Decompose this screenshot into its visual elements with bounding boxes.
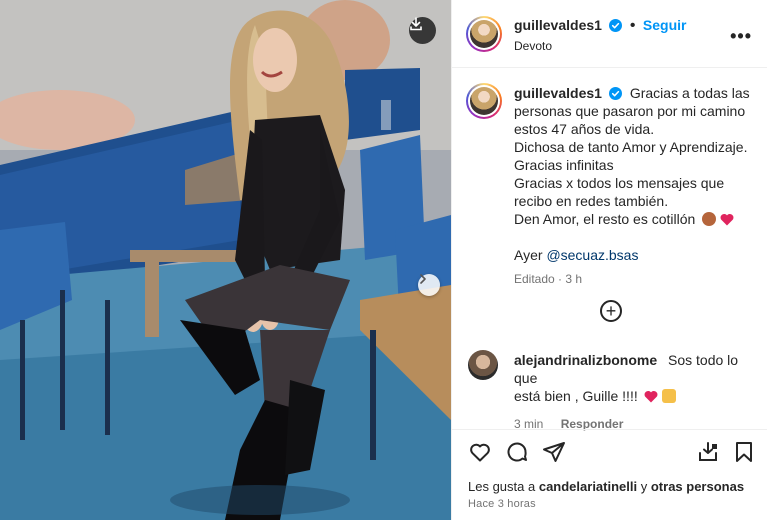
post-header: guillevaldes1 • Seguir Devoto ••• xyxy=(452,0,767,68)
verified-badge-icon xyxy=(608,87,622,100)
credit-prefix: Ayer xyxy=(514,247,543,263)
photo-credit: Ayer @secuaz.bsas xyxy=(514,246,764,264)
save-bookmark-icon[interactable] xyxy=(732,440,756,464)
next-image-button[interactable] xyxy=(418,274,440,296)
liker-username[interactable]: candelariatinelli xyxy=(539,479,637,494)
author-line: guillevaldes1 • Seguir xyxy=(514,17,687,34)
comment-item: alejandrinalizbonome Sos todo lo que est… xyxy=(514,351,764,433)
caption-line: personas que pasaron por mi camino xyxy=(514,103,746,119)
likes-summary: Les gusta a candelariatinelli y otras pe… xyxy=(468,479,744,494)
more-options-button[interactable]: ••• xyxy=(730,26,752,47)
download-icon xyxy=(410,17,422,31)
caption-line: Den Amor, el resto es cotillón xyxy=(514,211,696,227)
post-actions-bar: Les gusta a candelariatinelli y otras pe… xyxy=(452,429,767,520)
plus-icon: + xyxy=(605,301,617,321)
add-to-post-download-icon[interactable] xyxy=(696,440,720,464)
post-photo[interactable] xyxy=(0,0,451,520)
caption-body: guillevaldes1 Gracias a todas las person… xyxy=(514,84,764,288)
red-heart-emoji-icon xyxy=(720,214,734,226)
share-paper-plane-icon[interactable] xyxy=(542,440,566,464)
caption-line: recibo en redes también. xyxy=(514,193,669,209)
caption-line: Gracias infinitas xyxy=(514,157,614,173)
post-side-panel: guillevaldes1 • Seguir Devoto ••• guille… xyxy=(451,0,767,520)
load-more-comments-button[interactable]: + xyxy=(600,300,622,322)
author-username[interactable]: guillevaldes1 xyxy=(514,17,602,33)
download-button[interactable] xyxy=(409,17,436,44)
photo-scene xyxy=(0,0,451,520)
commenter-avatar[interactable] xyxy=(468,350,498,380)
post-location[interactable]: Devoto xyxy=(514,39,552,53)
comment-text: está bien , Guille !!!! xyxy=(514,388,638,404)
commenter-username[interactable]: alejandrinalizbonome xyxy=(514,352,657,368)
caption-line: estos 47 años de vida. xyxy=(514,121,655,137)
verified-badge-icon xyxy=(609,19,623,32)
comment-bubble-icon[interactable] xyxy=(505,440,529,464)
credit-mention-link[interactable]: @secuaz.bsas xyxy=(546,247,638,263)
caption-line: Gracias a todas las xyxy=(629,85,750,101)
post-timestamp: Hace 3 horas xyxy=(468,498,536,510)
author-avatar[interactable] xyxy=(466,16,502,52)
likes-prefix: Les gusta a xyxy=(468,479,536,494)
follow-button[interactable]: Seguir xyxy=(643,17,687,33)
caption-avatar[interactable] xyxy=(466,83,502,119)
praying-hands-emoji-icon xyxy=(661,389,676,403)
caption-username[interactable]: guillevaldes1 xyxy=(514,85,602,101)
chevron-right-icon xyxy=(420,274,426,284)
other-likers-link[interactable]: otras personas xyxy=(651,479,744,494)
likes-middle: y xyxy=(640,479,648,494)
like-heart-icon[interactable] xyxy=(468,440,492,464)
caption-edited-meta: Editado · 3 h xyxy=(514,272,583,286)
teddy-bear-emoji-icon xyxy=(702,212,717,226)
comments-area: guillevaldes1 Gracias a todas las person… xyxy=(452,69,767,431)
red-heart-emoji-icon xyxy=(644,391,658,403)
caption-line: Dichosa de tanto Amor y Aprendizaje. xyxy=(514,139,748,155)
caption-line: Gracias x todos los mensajes que xyxy=(514,175,725,191)
